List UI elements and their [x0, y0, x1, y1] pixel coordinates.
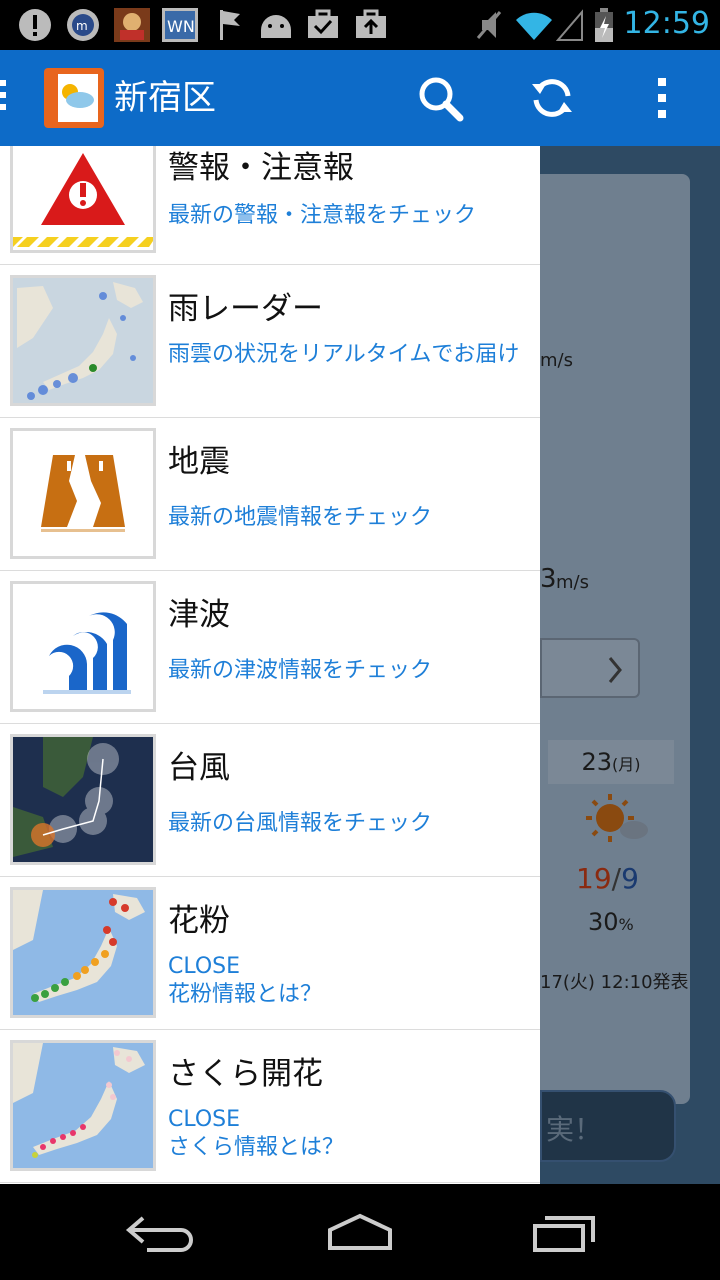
refresh-icon[interactable] — [524, 70, 580, 126]
temperature: 19/9 — [576, 862, 639, 895]
warning-icon — [10, 146, 156, 253]
svg-text:WN: WN — [167, 17, 195, 36]
earthquake-icon — [10, 428, 156, 559]
drawer-item-subtitle: 雨雲の状況をリアルタイムでお届け — [168, 342, 520, 367]
rain-radar-map-icon — [10, 275, 156, 406]
wind-unit-1: m/s — [540, 350, 573, 371]
drawer-item-subtitle: 最新の警報・注意報をチェック — [168, 203, 477, 228]
home-icon[interactable] — [315, 1202, 405, 1262]
drawer-item-title: 台風 — [168, 750, 230, 786]
recent-apps-icon[interactable] — [518, 1202, 608, 1262]
android-icon — [258, 8, 294, 46]
drawer-item-close-link[interactable]: CLOSE — [168, 953, 534, 981]
overflow-menu-icon[interactable] — [634, 70, 690, 126]
drawer-item-title: 雨レーダー — [168, 291, 323, 327]
sunny-cloudy-icon — [580, 790, 650, 854]
wind-unit-2: m/s — [556, 572, 589, 593]
svg-text:m: m — [76, 19, 88, 33]
drawer-item-typhoon[interactable]: 台風 最新の台風情報をチェック — [0, 724, 540, 877]
drawer-item-title: 花粉 — [168, 903, 230, 939]
typhoon-map-icon — [10, 734, 156, 865]
alert-icon — [18, 8, 52, 46]
drawer-item-rain-radar[interactable]: 雨レーダー 雨雲の状況をリアルタイムでお届け — [0, 265, 540, 418]
forecast-next-button — [540, 638, 640, 698]
search-icon[interactable] — [412, 70, 468, 126]
navigation-drawer: 警報・注意報 最新の警報・注意報をチェック 雨レーダー 雨雲の状況をリアルタイム… — [0, 146, 540, 1184]
mute-icon — [474, 8, 504, 46]
pollen-map-icon — [10, 887, 156, 1018]
background-banner-button: 実！ — [540, 1090, 676, 1162]
drawer-item-title: 警報・注意報 — [168, 150, 354, 186]
game-icon — [114, 8, 150, 46]
action-bar: 新宿区 — [0, 50, 720, 146]
issued-time: 17(火) 12:10発表 — [540, 972, 689, 993]
drawer-item-subtitle: 最新の地震情報をチェック — [168, 505, 433, 530]
drawer-item-tsunami[interactable]: 津波 最新の津波情報をチェック — [0, 571, 540, 724]
precipitation: 30% — [588, 908, 634, 936]
back-icon[interactable] — [116, 1202, 206, 1262]
battery-icon — [594, 8, 614, 46]
drawer-item-title: さくら開花 — [168, 1056, 323, 1092]
mobile-app-icon: m — [66, 8, 100, 46]
drawer-item-sakura[interactable]: さくら開花 CLOSE さくら情報とは？ — [0, 1030, 540, 1183]
drawer-item-warning[interactable]: 警報・注意報 最新の警報・注意報をチェック — [0, 146, 540, 265]
system-nav-bar — [0, 1184, 720, 1280]
sakura-map-icon — [10, 1040, 156, 1171]
drawer-item-earthquake[interactable]: 地震 最新の地震情報をチェック — [0, 418, 540, 571]
status-bar: m WN 12:59 — [0, 0, 720, 50]
app-logo-icon[interactable] — [44, 68, 104, 128]
wind-value-2: 3 — [540, 564, 557, 594]
flag-icon — [218, 8, 242, 46]
briefcase-upload-icon — [354, 8, 388, 46]
tsunami-icon — [10, 581, 156, 712]
background-weather-panel: m/s 3 m/s 23(月) 19/9 30% 17(火) 12:10発表 実… — [540, 146, 720, 1186]
briefcase-check-icon — [306, 8, 340, 46]
drawer-item-subtitle: 最新の津波情報をチェック — [168, 658, 433, 683]
drawer-indicator-icon[interactable] — [0, 80, 6, 116]
drawer-item-info-link[interactable]: 花粉情報とは？ — [168, 981, 534, 1009]
signal-icon — [555, 8, 584, 46]
forecast-day-header: 23(月) — [548, 740, 674, 784]
location-title[interactable]: 新宿区 — [114, 76, 216, 120]
drawer-item-subtitle: 最新の台風情報をチェック — [168, 811, 433, 836]
drawer-item-close-link[interactable]: CLOSE — [168, 1106, 534, 1134]
drawer-item-pollen[interactable]: 花粉 CLOSE 花粉情報とは？ — [0, 877, 540, 1030]
drawer-item-title: 地震 — [168, 444, 230, 480]
wifi-icon — [514, 8, 554, 46]
drawer-item-info-link[interactable]: さくら情報とは？ — [168, 1134, 534, 1162]
news-icon: WN — [162, 8, 198, 46]
drawer-item-title: 津波 — [168, 597, 230, 633]
clock: 12:59 — [623, 6, 710, 41]
